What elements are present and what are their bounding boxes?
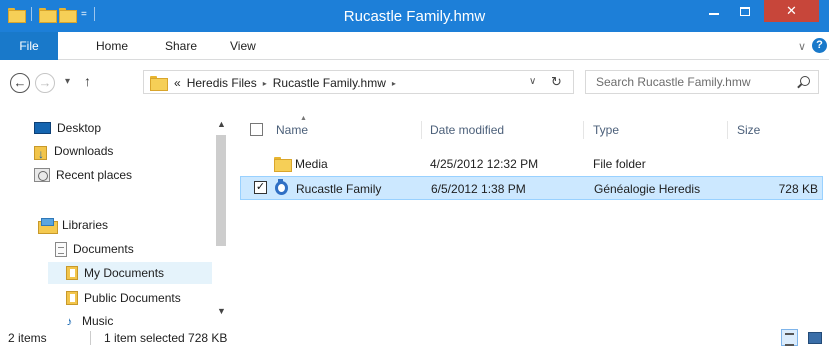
scrollbar-thumb[interactable] xyxy=(216,135,226,246)
file-name: Rucastle Family xyxy=(296,182,382,196)
forward-button[interactable]: → xyxy=(35,73,55,93)
table-row[interactable]: Media 4/25/2012 12:32 PM File folder xyxy=(240,152,823,176)
tab-share[interactable]: Share xyxy=(165,32,197,60)
downloads-icon xyxy=(34,143,48,165)
sidebar-item-label: Libraries xyxy=(62,218,109,232)
sidebar-item-documents[interactable]: Documents xyxy=(55,238,134,260)
file-list: Name ▲ Date modified Type Size Media 4/2… xyxy=(236,113,829,325)
status-bar: 2 items 1 item selected 728 KB xyxy=(0,325,829,350)
maximize-button[interactable] xyxy=(731,0,759,22)
column-header-label: Size xyxy=(737,123,761,137)
column-divider[interactable] xyxy=(727,121,728,139)
document-icon xyxy=(55,241,67,257)
item-count: 2 items xyxy=(8,331,47,345)
large-icons-view-icon[interactable] xyxy=(806,329,823,346)
sidebar-item-recent-places[interactable]: Recent places xyxy=(34,164,132,186)
file-type: Généalogie Heredis xyxy=(594,182,701,196)
table-row[interactable]: ✓ Rucastle Family 6/5/2012 1:38 PM Généa… xyxy=(240,176,823,200)
breadcrumb-overflow[interactable]: « xyxy=(174,76,181,90)
select-all-checkbox[interactable] xyxy=(250,123,263,136)
folder-icon xyxy=(274,157,292,172)
maximize-icon xyxy=(740,6,750,16)
navigation-bar: ← → ▾ ↑ « Heredis Files ▸ Rucastle Famil… xyxy=(0,61,829,105)
heredis-file-icon xyxy=(275,179,288,195)
close-button[interactable]: ✕ xyxy=(764,0,819,22)
search-box[interactable] xyxy=(585,70,819,94)
file-type: File folder xyxy=(593,157,646,171)
breadcrumb-heredis-files[interactable]: Heredis Files xyxy=(187,76,257,90)
file-date: 4/25/2012 12:32 PM xyxy=(430,157,539,171)
column-divider[interactable] xyxy=(583,121,584,139)
minimize-button[interactable] xyxy=(700,0,728,22)
sidebar-item-label: Recent places xyxy=(56,168,133,182)
column-header-type[interactable]: Type xyxy=(593,117,619,143)
sort-ascending-icon: ▲ xyxy=(300,115,307,122)
breadcrumb: « Heredis Files ▸ Rucastle Family.hmw ▸ xyxy=(174,76,396,90)
sidebar-item-my-documents[interactable]: My Documents xyxy=(48,262,212,284)
tab-home[interactable]: Home xyxy=(96,32,128,60)
file-size: 728 KB xyxy=(778,182,818,196)
column-header-label: Date modified xyxy=(430,123,505,137)
navigation-scrollbar[interactable]: ▲ ▼ xyxy=(212,113,230,325)
my-documents-icon xyxy=(66,266,78,280)
folder-icon xyxy=(66,291,78,305)
selection-info: 1 item selected 728 KB xyxy=(104,331,228,345)
desktop-icon xyxy=(34,122,51,134)
column-header-label: Name xyxy=(276,123,309,137)
chevron-right-icon[interactable]: ▸ xyxy=(392,79,396,88)
title-bar: = Rucastle Family.hmw ✕ xyxy=(0,0,829,32)
chevron-right-icon[interactable]: ▸ xyxy=(263,79,267,88)
libraries-icon xyxy=(38,218,58,234)
status-divider xyxy=(90,331,91,345)
folder-icon xyxy=(150,76,168,91)
recent-places-icon xyxy=(34,168,50,182)
ribbon-tabs: File Home Share View ∨ ? xyxy=(0,32,829,60)
expand-ribbon-icon[interactable]: ∨ xyxy=(798,40,806,53)
breadcrumb-rucastle-family[interactable]: Rucastle Family.hmw xyxy=(273,76,386,90)
sidebar-item-music[interactable]: Music xyxy=(66,310,113,325)
music-icon xyxy=(66,311,76,325)
scroll-down-icon[interactable]: ▼ xyxy=(217,306,226,316)
sidebar-item-label: My Documents xyxy=(84,266,165,280)
row-checkbox[interactable]: ✓ xyxy=(254,181,267,194)
tab-view[interactable]: View xyxy=(230,32,256,60)
file-name: Media xyxy=(295,157,328,171)
sidebar-item-label: Downloads xyxy=(54,144,114,158)
column-header-label: Type xyxy=(593,123,620,137)
sidebar-item-label: Public Documents xyxy=(84,291,181,305)
sidebar-item-label: Desktop xyxy=(57,121,102,135)
navigation-pane: Desktop Downloads Recent places Librarie… xyxy=(0,113,234,325)
address-bar[interactable]: « Heredis Files ▸ Rucastle Family.hmw ▸ … xyxy=(143,70,574,94)
details-view-icon[interactable] xyxy=(781,329,798,346)
search-icon[interactable] xyxy=(800,76,810,86)
tab-file[interactable]: File xyxy=(0,32,58,60)
scroll-up-icon[interactable]: ▲ xyxy=(217,119,226,129)
search-input[interactable] xyxy=(586,71,786,93)
column-header-date-modified[interactable]: Date modified xyxy=(430,117,504,143)
file-date: 6/5/2012 1:38 PM xyxy=(431,182,526,196)
minimize-icon xyxy=(709,13,719,15)
address-history-dropdown[interactable]: ∨ xyxy=(529,76,536,87)
refresh-button[interactable]: ↻ xyxy=(551,74,562,90)
sidebar-item-downloads[interactable]: Downloads xyxy=(34,140,114,165)
recent-locations-dropdown[interactable]: ▾ xyxy=(65,76,70,87)
help-icon[interactable]: ? xyxy=(812,38,827,53)
back-button[interactable]: ← xyxy=(10,73,30,93)
column-header-size[interactable]: Size xyxy=(737,117,760,143)
sidebar-item-libraries[interactable]: Libraries xyxy=(38,214,108,236)
sidebar-item-label: Documents xyxy=(73,242,134,256)
column-divider[interactable] xyxy=(421,121,422,139)
sidebar-item-label: Music xyxy=(82,314,114,325)
sidebar-item-desktop[interactable]: Desktop xyxy=(34,117,101,139)
sidebar-item-public-documents[interactable]: Public Documents xyxy=(66,287,181,309)
up-button[interactable]: ↑ xyxy=(84,73,91,89)
